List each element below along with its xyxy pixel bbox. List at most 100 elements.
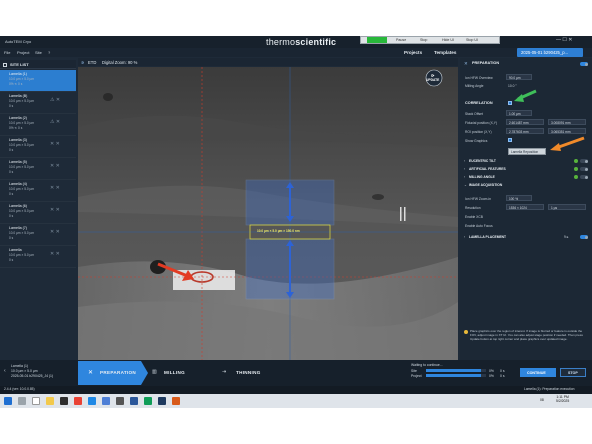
dwell-select[interactable]: 1 µs	[548, 204, 586, 210]
pause-button[interactable]: Pause	[396, 38, 406, 42]
chevron-left-icon[interactable]: ‹	[4, 368, 6, 374]
site-item[interactable]: Lamella (6) 10.0 µm × 5.0 µm 0 s ✕ ✕	[0, 202, 76, 224]
site-status-icons: ⚠ ✕	[50, 119, 61, 125]
sem-image-canvas	[78, 67, 458, 360]
menu-file[interactable]: File	[4, 50, 10, 55]
site-status-icons: ⚠ ✕	[50, 97, 61, 103]
site-status-icons: ✕ ✕	[50, 229, 60, 235]
zoom-label: Digital Zoom: 90 %	[102, 59, 138, 65]
workflow-steps: ✕ PREPARATION ▥ MILLING ⇥ THINNING	[78, 361, 308, 385]
detector-label: ETD	[88, 59, 97, 65]
fiducial-x-input[interactable]: 2.601487 mm	[506, 119, 544, 125]
clock[interactable]: 1:11 PM 5/2/2025	[556, 395, 569, 403]
milling-angle-section[interactable]: MILLING ANGLE	[469, 175, 495, 179]
panel-toggle[interactable]	[580, 62, 588, 66]
update-button[interactable]: ⟳ UPDATE	[426, 73, 439, 82]
step-preparation[interactable]: ✕ PREPARATION	[78, 361, 148, 385]
lamella-dimension-label: 10.0 µm × 5.0 µm × 150.0 nm	[257, 229, 300, 233]
roi-x-input[interactable]: 2.787603 mm	[506, 128, 544, 134]
site-item[interactable]: Lamella (B) 10.0 µm × 5.0 µm 0 s ⚠ ✕	[0, 92, 76, 114]
site-item[interactable]: Lamella (3) 10.0 µm × 5.0 µm 0 s ✕ ✕	[0, 136, 76, 158]
stack-offset-input[interactable]: 1.00 µm	[506, 110, 532, 116]
enable-xcb-label: Enable XCB	[465, 215, 483, 219]
chevron-right-icon[interactable]: ›	[464, 159, 465, 163]
roi-label: ROI position (X,Y)	[465, 130, 492, 134]
step-milling[interactable]: ▥ MILLING	[144, 361, 216, 385]
site-item[interactable]: Lamella 10.0 µm × 5.0 µm 0 s ✕ ✕	[0, 246, 76, 268]
file-explorer-icon[interactable]	[46, 397, 54, 405]
app-icon[interactable]	[116, 397, 124, 405]
continue-button[interactable]: CONTINUE	[520, 368, 556, 377]
version-label: 2.4.4 (ver: 10.0.0.85)	[4, 387, 35, 391]
eucentric-toggle[interactable]	[580, 159, 588, 163]
brand-logo: thermoscientific	[266, 37, 337, 47]
viewer-header: ✲ ETD Digital Zoom: 90 %	[78, 58, 458, 66]
step-thinning[interactable]: ⇥ THINNING	[216, 361, 302, 385]
chevron-right-icon[interactable]: ›	[464, 167, 465, 171]
app-icon[interactable]	[88, 397, 96, 405]
autotem-icon[interactable]	[158, 397, 166, 405]
roi-y-input[interactable]: 3.065351 mm	[548, 128, 586, 134]
lamella-placement-section[interactable]: LAMELLA PLACEMENT	[469, 235, 506, 239]
site-status-icons: ✕ ✕	[50, 251, 60, 257]
status-bar	[0, 386, 592, 394]
milling-angle-label: Milling Angle	[465, 84, 484, 88]
site-status-icons: ✕ ✕	[50, 141, 60, 147]
app-icon[interactable]	[102, 397, 110, 405]
site-list-header: SITE LIST	[0, 60, 76, 69]
artificial-features-section[interactable]: ARTIFICIAL FEATURES	[469, 167, 506, 171]
fiducial-y-input[interactable]: 3.008091 mm	[548, 119, 586, 125]
site-item[interactable]: Lamella (2) 10.0 µm × 5.0 µm 0% ↻ 0 s ⚠ ✕	[0, 114, 76, 136]
site-status-icons: ✕ ✕	[50, 207, 60, 213]
site-status-icons: ✕ ✕	[50, 163, 60, 169]
placement-toggle[interactable]	[580, 235, 588, 239]
status-indicator	[367, 37, 387, 43]
right-panel: ✕ PREPARATION Ion HFW Overview 90.0 µm M…	[460, 58, 592, 360]
search-icon[interactable]	[18, 397, 26, 405]
menu-project[interactable]: Project	[17, 50, 29, 55]
app-icon[interactable]	[60, 397, 68, 405]
menu-help[interactable]: ?	[48, 50, 50, 55]
lamella-reposition-button[interactable]: Lamella Reposition	[508, 148, 546, 155]
milling-icon: ▥	[152, 369, 157, 375]
nav-projects[interactable]: Projects	[404, 50, 422, 55]
placement-count: 9 ▸	[564, 235, 569, 239]
nav-templates[interactable]: Templates	[434, 50, 456, 55]
image-acquisition-section[interactable]: IMAGE ACQUISITION	[469, 183, 502, 187]
word-icon[interactable]	[130, 397, 138, 405]
site-status-icons: ✕ ✕	[50, 185, 60, 191]
window-controls[interactable]: — ☐ ✕	[556, 37, 572, 43]
site-item[interactable]: Lamella (4) 10.0 µm × 5.0 µm 0 s ✕ ✕	[0, 180, 76, 202]
stop-ui-button[interactable]: Stop UI	[466, 38, 478, 42]
site-time: 0 s	[500, 369, 505, 373]
stop-button[interactable]: STOP	[560, 368, 586, 377]
site-item[interactable]: Lamella (1) 10.0 µm × 5.0 µm 0% ↻ 0 s	[0, 70, 76, 92]
stop-xt-button[interactable]: Stop	[420, 38, 427, 42]
hide-ui-button[interactable]: Hide UI	[442, 38, 454, 42]
menu-site[interactable]: Site	[35, 50, 42, 55]
current-site-size: 10.0 µm × 5.0 µm	[11, 369, 38, 373]
chevron-down-icon[interactable]: ⌄	[464, 183, 467, 187]
eucentric-tilt-section[interactable]: EUCENTRIC TILT	[469, 159, 496, 163]
task-view-icon[interactable]	[32, 397, 40, 405]
site-item[interactable]: Lamella (7) 10.0 µm × 5.0 µm 0 s ✕ ✕	[0, 224, 76, 246]
app-icon[interactable]	[172, 397, 180, 405]
excel-icon[interactable]	[144, 397, 152, 405]
milling-angle-toggle[interactable]	[580, 175, 588, 179]
chevron-right-icon[interactable]: ›	[464, 235, 465, 239]
ion-hfw-input[interactable]: 90.0 µm	[506, 74, 532, 80]
show-graphics-checkbox[interactable]	[508, 138, 512, 142]
chrome-icon[interactable]	[74, 397, 82, 405]
chevron-right-icon[interactable]: ›	[464, 175, 465, 179]
ion-hfw-zoom-input[interactable]: 100 %	[506, 195, 532, 201]
sem-image[interactable]: ⟳ UPDATE 10.0 µm × 5.0 µm × 150.0 nm	[78, 67, 458, 360]
current-site-name: Lamella (1)	[11, 364, 28, 368]
site-item[interactable]: Lamella (5) 10.0 µm × 5.0 µm 0 s ✕ ✕	[0, 158, 76, 180]
project-selector[interactable]: 2025-05-01 b290425_p...	[517, 48, 583, 57]
resolution-select[interactable]: 1536 × 1024	[506, 204, 544, 210]
artificial-toggle[interactable]	[580, 167, 588, 171]
ion-hfw-zoom-label: Ion HFW Zoom-in	[465, 197, 492, 201]
waiting-label: Waiting to continue...	[411, 363, 443, 367]
windows-start-icon[interactable]	[4, 397, 12, 405]
site-progress-bar	[426, 369, 486, 372]
